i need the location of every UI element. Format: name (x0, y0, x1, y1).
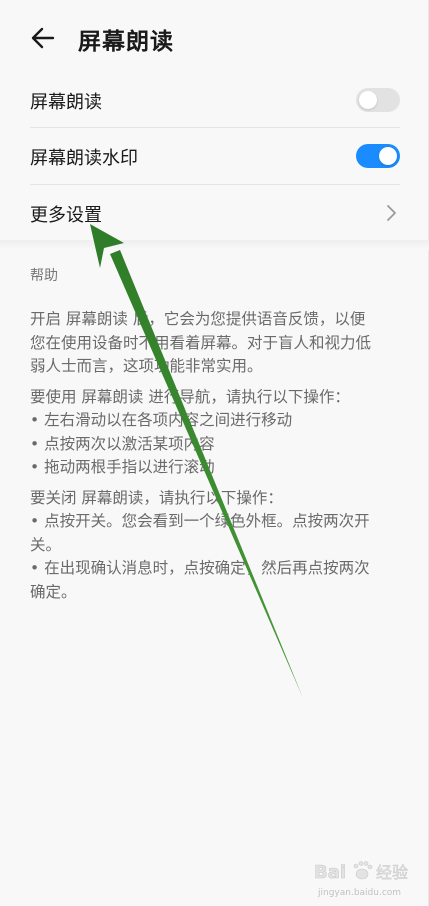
screen: 屏幕朗读 屏幕朗读 屏幕朗读水印 更多设置 帮助 开启 屏幕朗读 后，它会为您提… (0, 0, 429, 906)
help-line: • 拖动两根手指以进行滚动 (30, 458, 215, 476)
section-separator (0, 240, 429, 250)
help-line: 您在使用设备时不用看着屏幕。对于盲人和视力低 (30, 333, 372, 352)
help-paragraph-turn-off: 要关闭 屏幕朗读，请执行以下操作： • 点按开关。您会看到一个绿色外框。点按两次… (30, 487, 402, 605)
setting-label-watermark: 屏幕朗读水印 (30, 148, 138, 169)
help-paragraph-intro: 开启 屏幕朗读 后，它会为您提供语音反馈，以便 您在使用设备时不用看着屏幕。对于… (30, 308, 402, 379)
help-line: 关。 (30, 535, 62, 554)
help-line: 要使用 屏幕朗读 进行导航，请执行以下操作： (30, 387, 350, 406)
toggle-knob (379, 147, 397, 165)
page-title: 屏幕朗读 (78, 29, 174, 55)
setting-row-watermark[interactable]: 屏幕朗读水印 (30, 128, 400, 184)
help-paragraph-navigation: 要使用 屏幕朗读 进行导航，请执行以下操作： • 左右滑动以在各项内容之间进行移… (30, 386, 402, 480)
help-line: • 点按两次以激活某项内容 (30, 434, 215, 453)
help-text: 开启 屏幕朗读 后，它会为您提供语音反馈，以便 您在使用设备时不用看着屏幕。对于… (30, 308, 402, 611)
back-arrow-icon[interactable] (28, 24, 56, 52)
help-line: 要关闭 屏幕朗读，请执行以下操作： (30, 488, 283, 507)
help-line: 弱人士而言，这项功能非常实用。 (30, 357, 263, 375)
svg-text:Bai: Bai (314, 862, 346, 883)
chevron-right-icon (387, 205, 396, 221)
setting-row-more-settings[interactable]: 更多设置 (30, 185, 400, 241)
setting-label-more-settings: 更多设置 (30, 205, 102, 226)
watermark-toggle[interactable] (356, 144, 400, 168)
svg-text:经验: 经验 (376, 863, 408, 882)
help-line: • 点按开关。您会看到一个绿色外框。点按两次开 (30, 512, 370, 530)
setting-row-screen-reader[interactable]: 屏幕朗读 (30, 72, 400, 128)
header: 屏幕朗读 (0, 0, 429, 74)
svg-text:jingyan.baidu.com: jingyan.baidu.com (317, 888, 401, 898)
setting-label-screen-reader: 屏幕朗读 (30, 92, 102, 113)
help-line: • 左右滑动以在各项内容之间进行移动 (30, 411, 293, 429)
help-line: 确定。 (30, 582, 77, 601)
baidu-watermark-logo: Bai 经验 jingyan.baidu.com (312, 856, 422, 900)
screen-reader-toggle[interactable] (356, 88, 400, 112)
help-line: 开启 屏幕朗读 后，它会为您提供语音反馈，以便 (30, 310, 366, 328)
help-line: • 在出现确认消息时，点按确定，然后再点按两次 (30, 559, 370, 577)
help-section-title: 帮助 (30, 268, 58, 284)
toggle-knob (359, 91, 377, 109)
